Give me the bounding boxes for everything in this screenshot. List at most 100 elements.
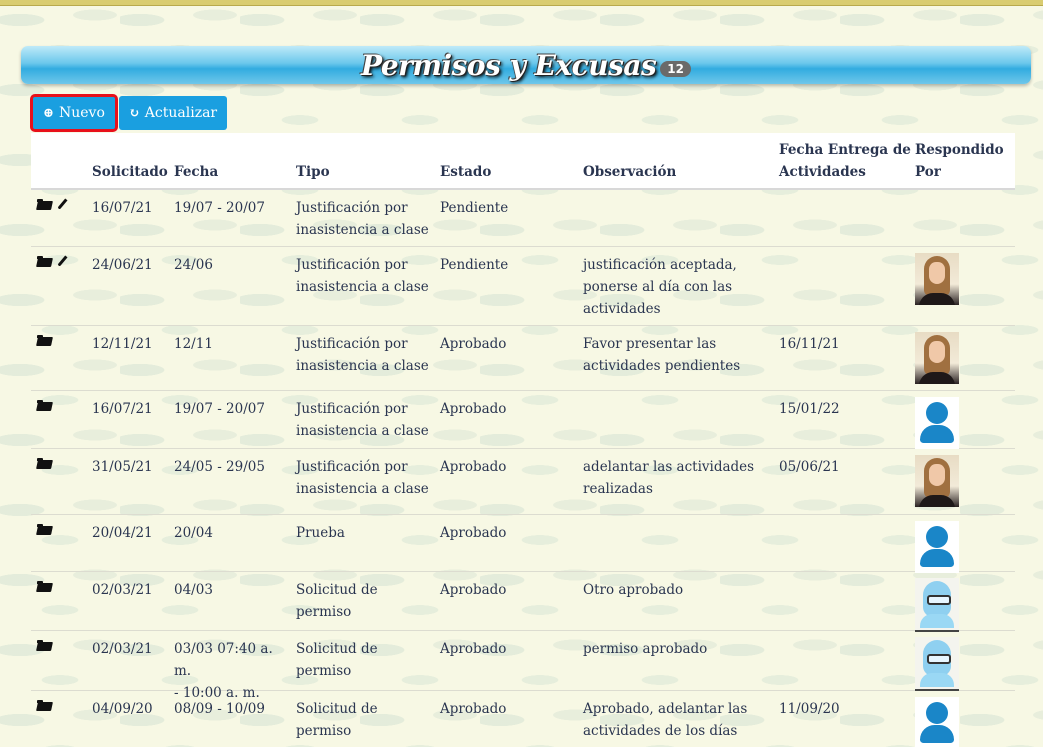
row-actions — [37, 198, 68, 210]
col-respondido-line2[interactable]: Por — [915, 161, 941, 183]
open-folder-icon[interactable] — [37, 400, 52, 411]
refresh-icon: ↻ — [128, 105, 140, 121]
row-actions — [37, 700, 52, 711]
user-icon-shoulders — [920, 725, 954, 743]
user-icon-head — [926, 402, 948, 424]
cell-fecha: 12/11 — [174, 333, 292, 355]
cell-observacion-line: actividades de los días — [583, 723, 738, 739]
cell-tipo-line: Justificación por — [296, 459, 408, 475]
cell-respondido — [915, 397, 959, 449]
refresh-button-label: Actualizar — [144, 105, 218, 121]
avatar-face — [929, 262, 945, 284]
cell-tipo-line: Solicitud de permiso — [296, 641, 378, 679]
cell-tipo-line: inasistencia a clase — [296, 222, 429, 238]
cell-fecha-line: 04/03 — [174, 582, 213, 598]
cell-observacion-line: actividades pendientes — [583, 358, 741, 374]
col-solicitado[interactable]: Solicitado — [92, 161, 168, 183]
cell-observacion: Aprobado, adelantar las actividades de lo… — [583, 698, 773, 742]
cell-respondido — [915, 253, 959, 305]
cell-tipo-line: inasistencia a clase — [296, 358, 429, 374]
cell-fecha: 24/05 - 29/05 — [174, 456, 292, 478]
col-estado[interactable]: Estado — [440, 161, 491, 183]
col-tipo[interactable]: Tipo — [296, 161, 330, 183]
cell-observacion-line: realizadas — [583, 481, 653, 497]
open-folder-icon[interactable] — [37, 700, 52, 711]
cell-fecha-line: 12/11 — [174, 336, 213, 352]
table-row: 16/07/21 19/07 - 20/07 Justificación por in… — [31, 391, 1015, 449]
col-fecha[interactable]: Fecha — [174, 161, 218, 183]
cartoon-glasses — [927, 595, 951, 605]
page-title: Permisos y Excusas — [361, 48, 657, 82]
cell-solicitado: 12/11/21 — [92, 336, 153, 352]
avatar — [915, 332, 959, 384]
open-folder-icon[interactable] — [37, 581, 52, 592]
cell-tipo: Justificación por inasistencia a clase — [296, 456, 436, 500]
row-actions — [37, 640, 52, 651]
count-badge: 12 — [660, 61, 691, 77]
table-row: 02/03/21 04/03 Solicitud de permiso Aprobad… — [31, 572, 1015, 632]
table-row: 31/05/21 24/05 - 29/05 Justificación por in… — [31, 449, 1015, 515]
cell-observacion: adelantar las actividades realizadas — [583, 456, 773, 500]
cell-respondido — [915, 455, 959, 507]
cell-tipo: Solicitud de permiso — [296, 579, 436, 623]
row-actions — [37, 400, 52, 411]
cell-observacion: Favor presentar las actividades pendiente… — [583, 333, 773, 377]
user-icon-shoulders — [920, 549, 954, 567]
open-folder-icon[interactable] — [37, 335, 52, 346]
cell-estado: Aprobado — [440, 459, 507, 475]
pencil-icon[interactable] — [57, 255, 68, 267]
table-row: 20/04/21 20/04 Prueba Aprobado — [31, 515, 1015, 573]
cell-estado: Aprobado — [440, 336, 507, 352]
cell-tipo-line: Solicitud de permiso — [296, 701, 378, 739]
pencil-icon[interactable] — [57, 198, 68, 210]
cell-respondido — [915, 578, 959, 632]
col-respondido-line1[interactable]: Respondido — [915, 139, 1004, 161]
plus-circle-icon: ⊕ — [43, 105, 54, 121]
cell-fecha-line: 03/03 07:40 a. m. — [174, 641, 273, 679]
open-folder-icon[interactable] — [37, 524, 52, 535]
avatar — [915, 253, 959, 305]
avatar — [915, 637, 959, 691]
refresh-button[interactable]: ↻ Actualizar — [119, 96, 227, 130]
cell-observacion-line: actividades — [583, 301, 661, 317]
user-icon-head — [926, 702, 948, 724]
col-observacion[interactable]: Observación — [583, 161, 676, 183]
cell-tipo-line: Justificación por — [296, 401, 408, 417]
cell-tipo-line: Prueba — [296, 525, 345, 541]
cell-tipo-line: Justificación por — [296, 257, 408, 273]
cell-tipo-line: Justificación por — [296, 336, 408, 352]
cell-fecha-entrega: 11/09/20 — [779, 701, 840, 717]
cell-fecha-line: 08/09 - 10/09 — [174, 701, 265, 717]
cell-observacion-line: Favor presentar las — [583, 336, 717, 352]
cell-fecha-entrega: 15/01/22 — [779, 401, 840, 417]
cell-tipo: Solicitud de permiso — [296, 638, 436, 682]
open-folder-icon[interactable] — [37, 640, 52, 651]
cell-solicitado: 16/07/21 — [92, 200, 153, 216]
cartoon-glasses — [927, 654, 951, 664]
cartoon-body — [920, 614, 954, 628]
col-entrega-line2[interactable]: Actividades — [779, 161, 866, 183]
open-folder-icon[interactable] — [37, 199, 52, 210]
open-folder-icon[interactable] — [37, 256, 52, 267]
cartoon-body — [920, 673, 954, 687]
title-bar: Permisos y Excusas 12 — [21, 46, 1031, 84]
open-folder-icon[interactable] — [37, 458, 52, 469]
table-row: 04/09/20 08/09 - 10/09 Solicitud de permis… — [31, 691, 1015, 747]
avatar-face — [929, 341, 945, 363]
avatar — [915, 697, 959, 747]
cell-tipo-line: inasistencia a clase — [296, 279, 429, 295]
cell-respondido — [915, 521, 959, 573]
cell-observacion-line: Otro aprobado — [583, 582, 684, 598]
avatar-body — [919, 293, 955, 305]
cell-fecha-entrega: 05/06/21 — [779, 459, 840, 475]
new-button[interactable]: ⊕ Nuevo — [30, 94, 118, 132]
cell-tipo: Justificación por inasistencia a clase — [296, 197, 436, 241]
table-row: 24/06/21 24/06 Justificación por inasistenc… — [31, 247, 1015, 326]
cell-tipo-line: Justificación por — [296, 200, 408, 216]
cell-tipo-line: inasistencia a clase — [296, 423, 429, 439]
top-strip — [0, 0, 1043, 6]
table-row: 02/03/21 03/03 07:40 a. m. - 10:00 a. m. So… — [31, 631, 1015, 701]
col-entrega-line1[interactable]: Fecha Entrega de — [779, 139, 911, 161]
avatar — [915, 397, 959, 449]
table-row: 12/11/21 12/11 Justificación por inasistenc… — [31, 326, 1015, 391]
